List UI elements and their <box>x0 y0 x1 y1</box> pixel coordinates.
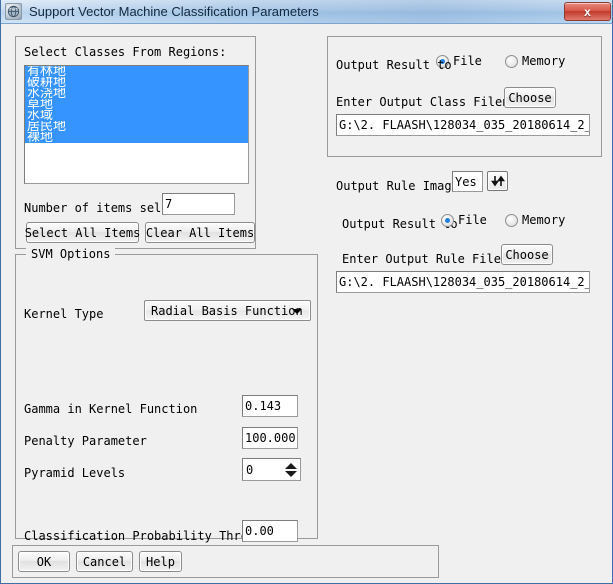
list-item[interactable]: 水域 <box>25 110 248 121</box>
output-class-memory-label: Memory <box>522 54 566 68</box>
list-item[interactable]: 破耕地 <box>25 77 248 88</box>
output-class-filename-input[interactable]: G:\2. FLAASH\128034_035_20180614_2_class <box>336 114 590 136</box>
output-rule-images-value[interactable]: Yes <box>452 171 483 192</box>
chevron-down-icon <box>292 308 302 314</box>
output-class-result-label: Output Result to <box>336 58 452 72</box>
threshold-input[interactable]: 0.00 <box>242 520 298 542</box>
output-rule-file-radio[interactable]: File <box>441 213 487 227</box>
penalty-label: Penalty Parameter <box>24 434 147 448</box>
gamma-input[interactable]: 0.143 <box>242 395 298 417</box>
items-selected-value: 7 <box>162 193 235 215</box>
pyramid-levels-stepper[interactable]: 0 <box>242 458 301 481</box>
ok-button[interactable]: OK <box>18 551 70 572</box>
output-rule-file-label: File <box>458 213 487 227</box>
radio-dot-icon <box>505 213 518 227</box>
title-bar[interactable]: Support Vector Machine Classification Pa… <box>1 0 612 24</box>
dialog-content: Select Classes From Regions: 有林地 破耕地 水浇地… <box>1 24 612 583</box>
pyramid-levels-label: Pyramid Levels <box>24 466 126 480</box>
list-item[interactable]: 居民地 <box>25 121 248 132</box>
choose-rule-filename-button[interactable]: Choose <box>501 244 553 265</box>
choose-class-filename-button[interactable]: Choose <box>504 87 556 108</box>
radio-dot-icon <box>441 213 454 227</box>
class-listbox[interactable]: 有林地 破耕地 水浇地 草地 水域 居民地 裸地 <box>24 65 249 184</box>
list-item[interactable]: 草地 <box>25 99 248 110</box>
gamma-label: Gamma in Kernel Function <box>24 402 198 416</box>
spinner-up-icon[interactable] <box>284 462 297 469</box>
help-button[interactable]: Help <box>139 551 182 572</box>
kernel-type-select[interactable]: Radial Basis Function <box>144 300 311 321</box>
output-class-file-label: File <box>453 54 482 68</box>
up-down-arrow-icon[interactable] <box>487 171 508 191</box>
radio-dot-icon <box>505 54 518 68</box>
select-all-items-button[interactable]: Select All Items <box>25 222 140 243</box>
kernel-type-label: Kernel Type <box>24 307 104 321</box>
penalty-input[interactable]: 100.000 <box>242 427 298 449</box>
output-rule-memory-label: Memory <box>522 213 566 227</box>
svm-options-group: SVM Options Kernel Type Radial Basis Fun… <box>15 247 318 543</box>
output-rule-memory-radio[interactable]: Memory <box>505 213 565 227</box>
select-classes-label: Select Classes From Regions: <box>24 45 227 59</box>
cancel-button[interactable]: Cancel <box>76 551 133 572</box>
output-class-memory-radio[interactable]: Memory <box>505 54 565 68</box>
spinner-down-icon[interactable] <box>284 470 297 477</box>
list-item[interactable]: 水浇地 <box>25 88 248 99</box>
dialog-window: Support Vector Machine Classification Pa… <box>0 0 613 584</box>
pyramid-levels-value: 0 <box>246 462 254 477</box>
kernel-type-value: Radial Basis Function <box>151 303 303 318</box>
list-item[interactable]: 裸地 <box>25 132 248 143</box>
globe-icon <box>5 3 22 20</box>
close-button[interactable]: x <box>564 2 611 21</box>
output-options-group: File Output Result to Memory Enter Outpu… <box>327 36 602 293</box>
close-icon: x <box>584 4 591 19</box>
window-title: Support Vector Machine Classification Pa… <box>29 4 319 19</box>
spinner-arrows-icon[interactable] <box>283 460 298 480</box>
output-class-filename-label: Enter Output Class Filename <box>336 95 532 109</box>
select-classes-group: Select Classes From Regions: 有林地 破耕地 水浇地… <box>15 36 256 249</box>
list-item[interactable]: 有林地 <box>25 66 248 77</box>
svm-options-title: SVM Options <box>26 247 116 261</box>
output-rule-filename-input[interactable]: G:\2. FLAASH\128034_035_20180614_2_rule <box>336 271 590 293</box>
clear-all-items-button[interactable]: Clear All Items <box>145 222 255 243</box>
footer-button-bar: OK Cancel Help <box>12 545 439 578</box>
